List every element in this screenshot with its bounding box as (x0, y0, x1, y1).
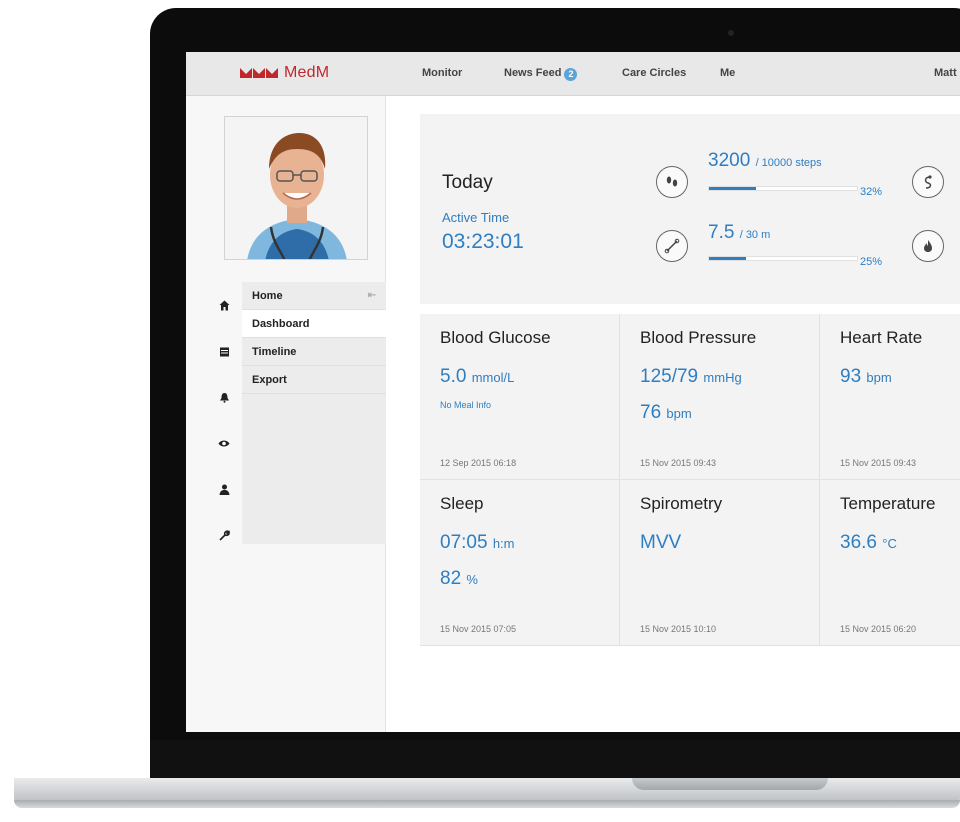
person-icon[interactable] (206, 466, 242, 512)
nav-care-circles[interactable]: Care Circles (622, 67, 686, 79)
medm-logo-mark (240, 68, 278, 78)
sidebar-item-home-label: Home (252, 290, 283, 302)
tile-title: Blood Glucose (440, 328, 551, 347)
blood-pressure-number: 125/79 (640, 366, 699, 387)
eye-icon[interactable] (206, 420, 242, 466)
distance-progress-fill (709, 257, 746, 260)
steps-progress-fill (709, 187, 757, 190)
active-time-label: Active Time (442, 210, 510, 225)
today-summary-panel: Today Active Time 03:23:01 3200 / 10000 … (420, 114, 960, 304)
distance-progress-bar (708, 256, 858, 261)
pulse-number: 76 (640, 402, 662, 423)
tile-blood-glucose[interactable]: Blood Glucose 5.0 mmol/L No Meal Info 12… (420, 314, 620, 480)
pulse-unit: bpm (666, 406, 692, 421)
blood-glucose-number: 5.0 (440, 366, 467, 387)
calories-flame-icon (912, 230, 944, 262)
sidebar-item-dashboard[interactable]: Dashboard (242, 310, 386, 338)
steps-percent: 32% (860, 186, 883, 198)
active-time-value: 03:23:01 (442, 230, 524, 253)
left-sidebar: Home ⇤ Dashboard Timeline Export (186, 96, 386, 732)
tile-title: Spirometry (640, 494, 723, 513)
distance-percent: 25% (860, 256, 883, 268)
tile-heart-rate[interactable]: Heart Rate 93 bpm 15 Nov 2015 09:43 (820, 314, 960, 480)
sidebar-menu: Home ⇤ Dashboard Timeline Export (242, 282, 386, 544)
tile-blood-pressure[interactable]: Blood Pressure 125/79 mmHg 76 bpm 15 Nov… (620, 314, 820, 480)
top-navigation-bar: MedM Monitor News Feed 2 Care Circles Me … (186, 52, 960, 96)
measurement-date: 15 Nov 2015 06:20 (840, 624, 917, 634)
webcam (728, 30, 734, 36)
user-name[interactable]: Matt (934, 67, 957, 79)
laptop-bezel-bottom (150, 740, 960, 782)
laptop-opening-notch (632, 778, 828, 790)
sleep-figure-icon (912, 166, 944, 198)
steps-value: 3200 (708, 150, 751, 171)
footsteps-icon (656, 166, 688, 198)
brand-name: MedM (284, 64, 330, 81)
steps-unit: / 10000 steps (755, 157, 822, 169)
blood-glucose-unit: mmol/L (471, 370, 515, 385)
measurement-date: 15 Nov 2015 09:43 (640, 458, 717, 468)
measurement-date: 15 Nov 2015 07:05 (440, 624, 517, 634)
heart-rate-unit: bpm (866, 370, 892, 385)
news-feed-count-badge: 2 (564, 68, 578, 81)
sidebar-item-home[interactable]: Home ⇤ (242, 282, 386, 310)
sleep-duration-number: 07:05 (440, 532, 488, 553)
distance-metric: 7.5 / 30 m (708, 222, 770, 244)
sleep-duration-unit: h:m (492, 536, 515, 551)
home-icon[interactable] (206, 282, 242, 328)
measurement-date: 15 Nov 2015 09:43 (840, 458, 917, 468)
bell-icon[interactable] (206, 374, 242, 420)
sidebar-item-export[interactable]: Export (242, 366, 386, 394)
tile-sleep[interactable]: Sleep 07:05 h:m 82 % 15 Nov 2015 07:05 (420, 480, 620, 646)
today-title: Today (442, 172, 493, 193)
pulse-value: 76 bpm (640, 402, 692, 424)
steps-progress-bar (708, 186, 858, 191)
sleep-quality-value: 82 % (440, 568, 478, 590)
steps-metric: 3200 / 10000 steps (708, 150, 822, 172)
nav-monitor[interactable]: Monitor (422, 67, 462, 79)
tile-title: Heart Rate (840, 328, 923, 347)
laptop-base-edge (14, 800, 960, 808)
wrench-icon[interactable] (206, 512, 242, 558)
user-avatar[interactable] (224, 116, 368, 260)
meal-info-note: No Meal Info (440, 400, 492, 410)
distance-unit: / 30 m (739, 229, 771, 241)
spirometry-value: MVV (640, 532, 682, 553)
calendar-icon[interactable] (206, 328, 242, 374)
tile-title: Blood Pressure (640, 328, 757, 347)
heart-rate-value: 93 bpm (840, 366, 892, 388)
measurement-date: 15 Nov 2015 10:10 (640, 624, 717, 634)
blood-glucose-value: 5.0 mmol/L (440, 366, 514, 388)
measurement-date: 12 Sep 2015 06:18 (440, 458, 517, 468)
sidebar-item-timeline[interactable]: Timeline (242, 338, 386, 366)
tile-title: Temperature (840, 494, 936, 513)
blood-pressure-unit: mmHg (703, 370, 742, 385)
distance-route-icon (656, 230, 688, 262)
medm-logo[interactable]: MedM (240, 64, 329, 82)
tile-title: Sleep (440, 494, 484, 513)
sleep-quality-unit: % (466, 572, 478, 587)
temperature-number: 36.6 (840, 532, 877, 553)
sleep-quality-number: 82 (440, 568, 462, 589)
sidebar-icon-column (206, 282, 242, 541)
nav-news-feed[interactable]: News Feed 2 (504, 67, 578, 81)
tile-temperature[interactable]: Temperature 36.6 °C 15 Nov 2015 06:20 (820, 480, 960, 646)
tile-spirometry[interactable]: Spirometry MVV 15 Nov 2015 10:10 (620, 480, 820, 646)
nav-me[interactable]: Me (720, 67, 735, 79)
app-screen: MedM Monitor News Feed 2 Care Circles Me … (186, 52, 960, 732)
distance-value: 7.5 (708, 222, 735, 243)
measurements-grid: Blood Glucose 5.0 mmol/L No Meal Info 12… (420, 314, 960, 648)
heart-rate-number: 93 (840, 366, 862, 387)
sleep-duration-value: 07:05 h:m (440, 532, 515, 554)
blood-pressure-value: 125/79 mmHg (640, 366, 742, 388)
collapse-arrow-icon[interactable]: ⇤ (368, 282, 376, 310)
nav-news-feed-label: News Feed (504, 67, 562, 79)
temperature-unit: °C (882, 536, 897, 551)
temperature-value: 36.6 °C (840, 532, 897, 554)
